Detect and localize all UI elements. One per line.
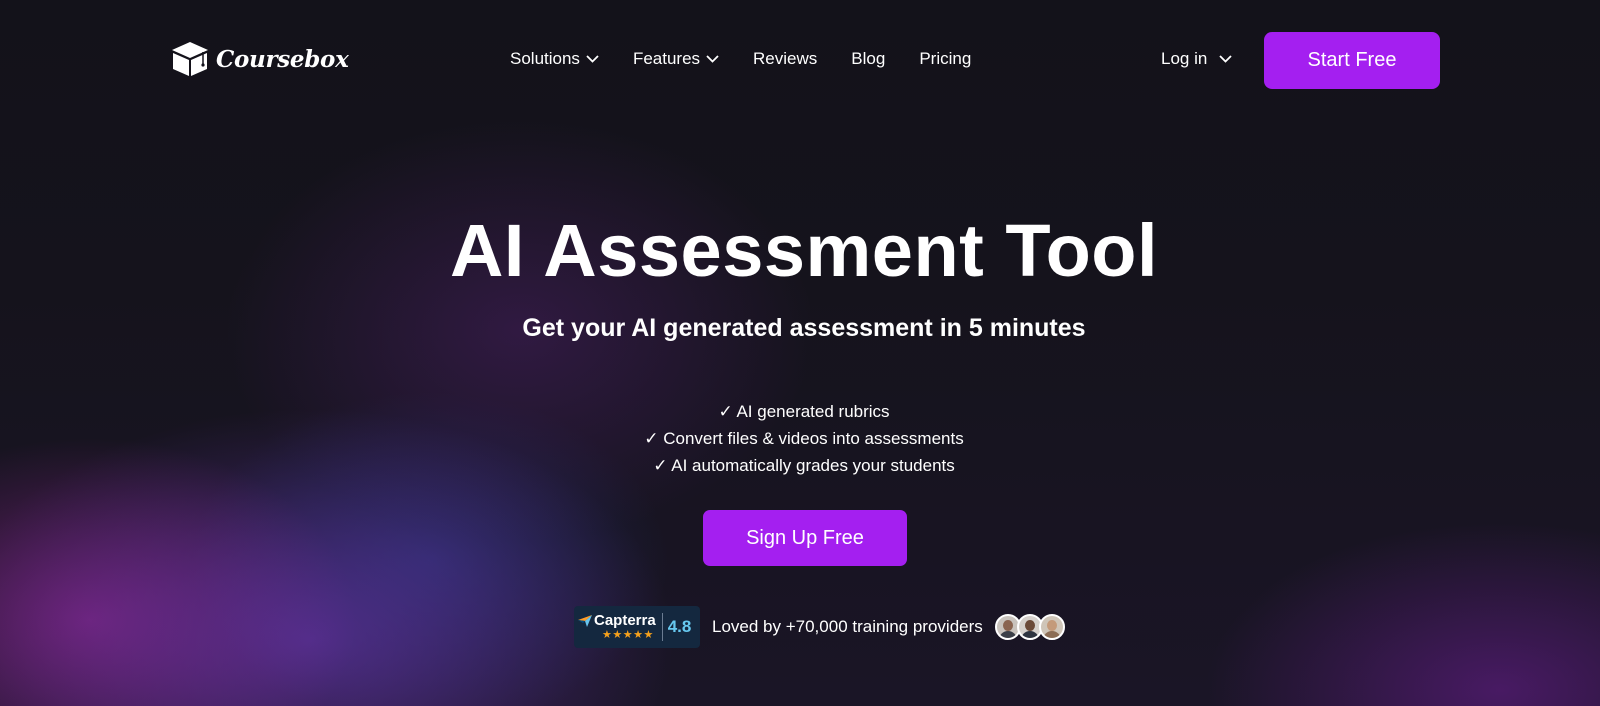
capterra-name: Capterra (594, 611, 656, 629)
rating-stars-icon: ★★★★★ (602, 628, 654, 641)
nav-item-pricing[interactable]: Pricing (919, 49, 971, 69)
nav-item-features[interactable]: Features (633, 49, 719, 69)
main-menu: Solutions Features Reviews Blog Pricing (510, 49, 1005, 69)
nav-item-label: Features (632, 49, 701, 68)
start-free-button[interactable]: Start Free (1264, 32, 1440, 89)
chevron-down-icon (706, 55, 719, 63)
hero-subtitle: Get your AI generated assessment in 5 mi… (522, 314, 1086, 342)
top-navigation: Coursebox Solutions Features Reviews Blo… (0, 0, 1600, 120)
nav-item-blog[interactable]: Blog (851, 49, 885, 69)
hero-title: AI Assessment Tool (449, 209, 1159, 292)
feature-item: ✓ AI automatically grades your students (653, 456, 955, 475)
nav-item-label: Blog (851, 49, 886, 68)
brand-logo[interactable]: Coursebox (170, 40, 349, 78)
feature-item: ✓ AI generated rubrics (718, 402, 890, 421)
nav-item-label: Reviews (753, 49, 818, 68)
nav-item-reviews[interactable]: Reviews (753, 49, 817, 69)
avatar (1038, 614, 1065, 640)
nav-item-solutions[interactable]: Solutions (510, 49, 599, 69)
nav-item-label: Pricing (919, 49, 972, 68)
feature-item: ✓ Convert files & videos into assessment… (644, 429, 964, 448)
badge-divider (661, 613, 663, 641)
nav-item-label: Solutions (510, 49, 580, 68)
chevron-down-icon (1219, 55, 1232, 63)
login-label: Log in (1161, 49, 1208, 68)
social-proof-text: Loved by +70,000 training providers (712, 617, 983, 636)
capterra-arrow-icon (578, 614, 592, 627)
login-menu[interactable]: Log in (1161, 49, 1232, 69)
capterra-badge[interactable]: Capterra ★★★★★ 4.8 (574, 606, 700, 648)
brand-name: Coursebox (216, 45, 349, 73)
landing-page: Coursebox Solutions Features Reviews Blo… (0, 0, 1600, 706)
capterra-brand: Capterra ★★★★★ (578, 611, 656, 642)
social-proof: Capterra ★★★★★ 4.8 Loved by +70,000 trai… (574, 606, 1065, 648)
capterra-score: 4.8 (667, 617, 692, 636)
sign-up-free-button[interactable]: Sign Up Free (703, 510, 907, 566)
capterra-wordmark: Capterra (578, 611, 656, 629)
chevron-down-icon (586, 55, 599, 63)
avatar-group (994, 614, 1065, 640)
feature-list: ✓ AI generated rubrics ✓ Convert files &… (0, 398, 1600, 479)
graduation-cap-box-icon (172, 42, 208, 76)
